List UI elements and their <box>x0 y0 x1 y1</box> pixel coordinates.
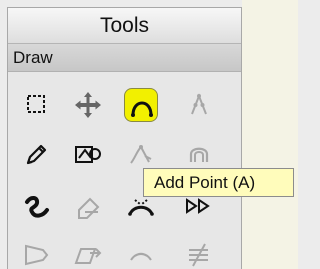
add-point-tool[interactable] <box>124 88 158 122</box>
shape-edit-icon <box>75 146 101 163</box>
curve-sweep-tool[interactable] <box>124 238 158 269</box>
rectangle-selection-icon <box>27 95 45 113</box>
curve-control-tool[interactable] <box>124 138 158 172</box>
shape-transform-icon <box>74 248 102 264</box>
curve-sweep-icon <box>130 252 152 261</box>
panel-title: Tools <box>8 8 241 44</box>
arch-tool-icon <box>189 147 209 162</box>
add-point-tooltip: Add Point (A) <box>143 168 294 197</box>
strikethrough-lines-icon <box>189 243 208 267</box>
move-tool[interactable] <box>71 88 105 122</box>
pencil-icon <box>26 144 47 165</box>
eraser-icon <box>78 197 100 219</box>
shield-shape-tool[interactable] <box>19 238 53 269</box>
arch-tool[interactable] <box>182 138 216 172</box>
move-arrows-icon <box>75 92 101 118</box>
draw-section-header: Draw <box>8 44 241 72</box>
shield-shape-icon <box>25 244 49 266</box>
insert-point-tool[interactable] <box>182 88 216 122</box>
eraser-tool[interactable] <box>71 189 105 223</box>
shape-edit-tool[interactable] <box>71 138 105 172</box>
curve-control-icon <box>130 145 152 164</box>
add-point-icon <box>131 101 153 117</box>
tools-panel: Tools Draw <box>7 7 242 269</box>
canvas-area[interactable] <box>242 0 298 269</box>
insert-point-icon <box>191 93 207 115</box>
pencil-tool[interactable] <box>19 138 53 172</box>
freehand-curve-icon <box>25 196 49 218</box>
freehand-curve-tool[interactable] <box>19 189 53 223</box>
strikethrough-tool[interactable] <box>182 238 216 269</box>
shape-transform-tool[interactable] <box>71 238 105 269</box>
rectangle-selection-tool[interactable] <box>19 88 53 122</box>
